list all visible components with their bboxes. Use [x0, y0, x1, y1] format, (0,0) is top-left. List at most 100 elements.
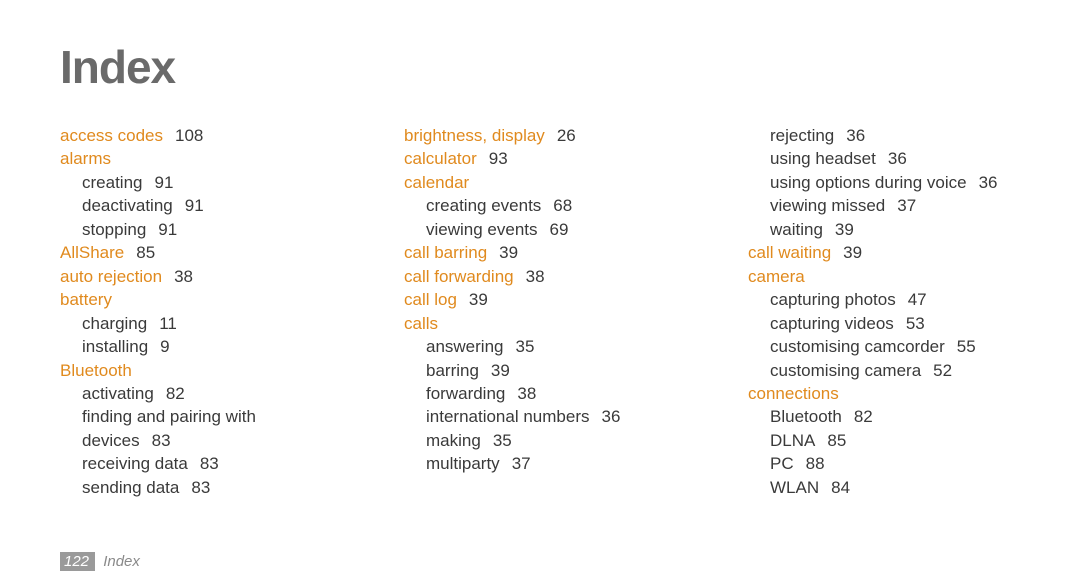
entry-label: access codes: [60, 126, 163, 145]
entry-label: capturing photos: [770, 290, 896, 309]
index-subentry: DLNA85: [748, 429, 1020, 452]
index-topic: calls: [404, 312, 676, 335]
entry-page: 35: [516, 337, 535, 356]
index-subentry: international numbers36: [404, 405, 676, 428]
index-topic: brightness, display 26: [404, 124, 676, 147]
entry-page: 38: [526, 267, 545, 286]
index-subentry: activating 82: [60, 382, 332, 405]
index-subentry: customising camcorder 55: [748, 335, 1020, 358]
index-topic: AllShare85: [60, 241, 332, 264]
index-subentry: capturing photos 47: [748, 288, 1020, 311]
index-topic: calculator 93: [404, 147, 676, 170]
entry-page: 85: [827, 431, 846, 450]
index-subentry: using options during voice36: [748, 171, 1020, 194]
entry-page: 39: [843, 243, 862, 262]
index-topic: auto rejection38: [60, 265, 332, 288]
index-subentry: WLAN84: [748, 476, 1020, 499]
entry-label: installing: [82, 337, 148, 356]
entry-page: 38: [517, 384, 536, 403]
entry-label: calendar: [404, 173, 469, 192]
index-topic: call forwarding 38: [404, 265, 676, 288]
index-columns: access codes108alarmscreating91deactivat…: [60, 124, 1020, 499]
entry-label: deactivating: [82, 196, 173, 215]
entry-label: viewing missed: [770, 196, 885, 215]
entry-label: receiving data: [82, 454, 188, 473]
entry-page: 36: [888, 149, 907, 168]
entry-page: 55: [957, 337, 976, 356]
entry-page: 91: [185, 196, 204, 215]
entry-page: 47: [908, 290, 927, 309]
index-subentry: waiting39: [748, 218, 1020, 241]
entry-page: 82: [854, 407, 873, 426]
entry-label: calculator: [404, 149, 477, 168]
entry-label: WLAN: [770, 478, 819, 497]
entry-label: forwarding: [426, 384, 505, 403]
entry-page: 39: [835, 220, 854, 239]
entry-page: 52: [933, 361, 952, 380]
index-subentry: viewing missed37: [748, 194, 1020, 217]
entry-page: 108: [175, 126, 203, 145]
page-number: 122: [60, 552, 95, 571]
entry-page: 39: [491, 361, 510, 380]
entry-label: call log: [404, 290, 457, 309]
page-title: Index: [60, 40, 1020, 94]
entry-page: 91: [158, 220, 177, 239]
index-subentry: customising camera 52: [748, 359, 1020, 382]
entry-page: 83: [200, 454, 219, 473]
index-subentry: Bluetooth 82: [748, 405, 1020, 428]
index-subentry: installing 9: [60, 335, 332, 358]
entry-label: stopping: [82, 220, 146, 239]
index-topic: battery: [60, 288, 332, 311]
entry-label: alarms: [60, 149, 111, 168]
entry-label: call forwarding: [404, 267, 514, 286]
index-subentry: finding and pairing with devices83: [60, 405, 332, 452]
entry-page: 93: [489, 149, 508, 168]
index-topic: call barring 39: [404, 241, 676, 264]
index-subentry: sending data 83: [60, 476, 332, 499]
entry-page: 36: [846, 126, 865, 145]
entry-page: 35: [493, 431, 512, 450]
index-subentry: forwarding 38: [404, 382, 676, 405]
page-footer: 122 Index: [60, 553, 140, 570]
entry-page: 85: [136, 243, 155, 262]
entry-label: using headset: [770, 149, 876, 168]
entry-label: sending data: [82, 478, 179, 497]
index-subentry: charging11: [60, 312, 332, 335]
entry-label: Bluetooth: [60, 361, 132, 380]
entry-label: answering: [426, 337, 504, 356]
entry-page: 82: [166, 384, 185, 403]
entry-page: 53: [906, 314, 925, 333]
index-subentry: receiving data 83: [60, 452, 332, 475]
index-subentry: answering 35: [404, 335, 676, 358]
entry-label: multiparty: [426, 454, 500, 473]
entry-label: customising camera: [770, 361, 921, 380]
index-subentry: stopping 91: [60, 218, 332, 241]
entry-page: 83: [191, 478, 210, 497]
entry-label: creating events: [426, 196, 541, 215]
index-subentry: deactivating 91: [60, 194, 332, 217]
entry-page: 39: [499, 243, 518, 262]
index-subentry: making35: [404, 429, 676, 452]
entry-label: call barring: [404, 243, 487, 262]
entry-page: 26: [557, 126, 576, 145]
index-subentry: capturing videos53: [748, 312, 1020, 335]
entry-label: calls: [404, 314, 438, 333]
entry-label: Bluetooth: [770, 407, 842, 426]
index-subentry: PC88: [748, 452, 1020, 475]
entry-page: 83: [152, 431, 171, 450]
index-topic: Bluetooth: [60, 359, 332, 382]
entry-page: 39: [469, 290, 488, 309]
entry-page: 69: [550, 220, 569, 239]
entry-page: 38: [174, 267, 193, 286]
index-subentry: using headset 36: [748, 147, 1020, 170]
entry-page: 9: [160, 337, 169, 356]
entry-label: brightness, display: [404, 126, 545, 145]
index-subentry: barring39: [404, 359, 676, 382]
footer-label: Index: [103, 553, 140, 570]
entry-label: rejecting: [770, 126, 834, 145]
entry-label: activating: [82, 384, 154, 403]
entry-label: customising camcorder: [770, 337, 945, 356]
index-subentry: creating events68: [404, 194, 676, 217]
index-subentry: multiparty37: [404, 452, 676, 475]
entry-page: 11: [159, 314, 177, 333]
